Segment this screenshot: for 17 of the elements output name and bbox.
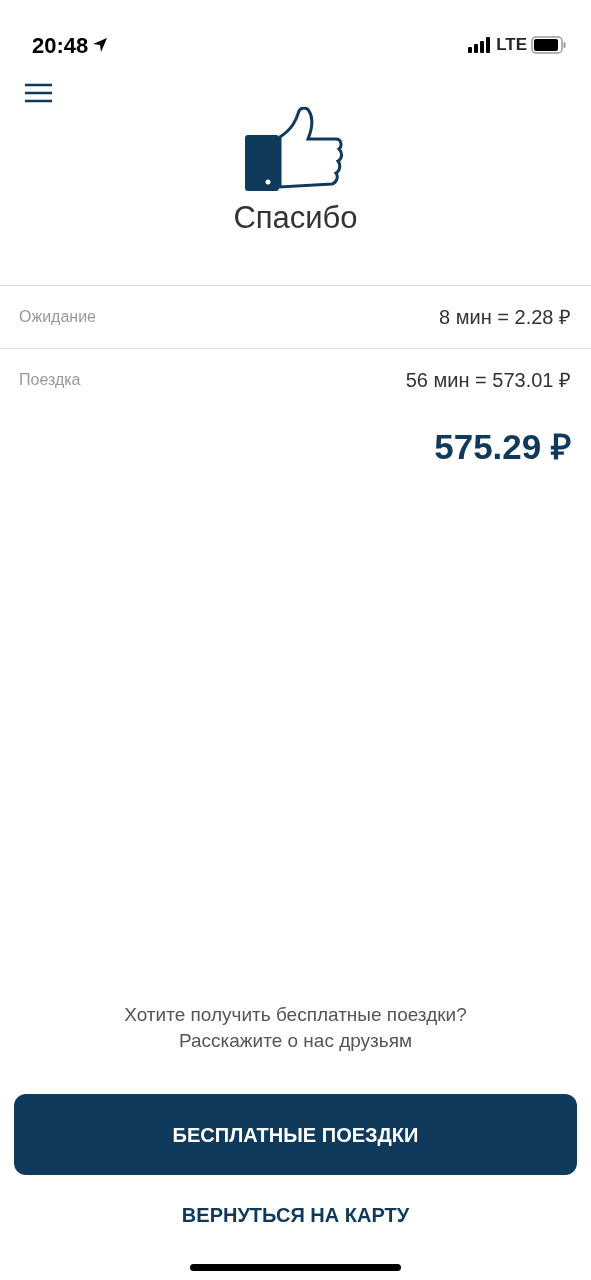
- charge-value: 8 мин = 2.28 ₽: [439, 304, 571, 330]
- promo-text: Хотите получить бесплатные поездки?: [124, 1003, 467, 1027]
- clock-time: 20:48: [32, 31, 89, 60]
- page-title: Спасибо: [232, 199, 359, 237]
- menu-icon[interactable]: [25, 83, 52, 103]
- total-amount: 575.29 ₽: [434, 426, 571, 466]
- charge-label: Поездка: [19, 369, 81, 390]
- back-to-map-button[interactable]: ВЕРНУТЬСЯ НА КАРТУ: [177, 1192, 414, 1238]
- charge-label: Ожидание: [19, 306, 96, 327]
- charge-value: 56 мин = 573.01 ₽: [405, 367, 571, 393]
- free-rides-button[interactable]: БЕСПЛАТНЫЕ ПОЕЗДКИ: [14, 1094, 577, 1175]
- promo-text: Расскажите о нас друзьям: [178, 1029, 413, 1053]
- location-arrow-icon: [92, 37, 109, 53]
- signal-icon: [468, 37, 493, 53]
- thumbs-up-icon: [244, 107, 346, 193]
- network-label: LTE: [496, 34, 527, 57]
- battery-icon: [531, 36, 567, 54]
